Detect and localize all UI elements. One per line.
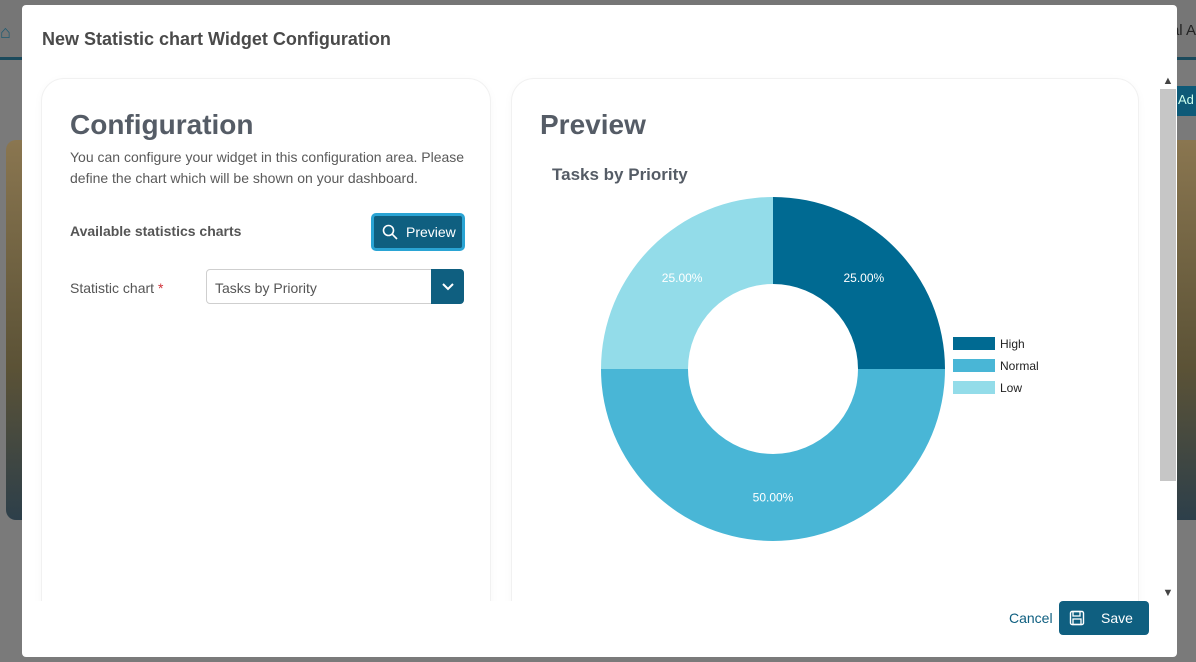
statistic-chart-select[interactable]: Tasks by Priority xyxy=(206,269,464,304)
scroll-thumb[interactable] xyxy=(1160,89,1176,481)
donut-slice-label: 25.00% xyxy=(662,271,703,285)
save-button[interactable]: Save xyxy=(1059,601,1149,635)
donut-slice-normal[interactable] xyxy=(601,369,945,541)
background-card-left xyxy=(6,140,22,520)
statistic-chart-value: Tasks by Priority xyxy=(215,280,317,296)
preview-button-label: Preview xyxy=(406,224,456,240)
statistic-chart-label-text: Statistic chart xyxy=(70,280,155,296)
preview-panel: Preview 25.00% 50.00% 25.00% High Normal Low … xyxy=(512,79,1138,601)
search-icon xyxy=(382,224,398,240)
donut-slice-label: 50.00% xyxy=(753,491,794,505)
required-asterisk: * xyxy=(158,280,164,296)
chevron-down-icon xyxy=(441,282,454,290)
statistic-chart-label: Statistic chart * xyxy=(70,280,163,296)
save-button-label: Save xyxy=(1101,610,1133,626)
chart-title: Tasks by Priority xyxy=(552,165,688,184)
configuration-heading: Configuration xyxy=(70,109,254,140)
scroll-up-arrow-icon[interactable]: ▲ xyxy=(1160,73,1176,89)
preview-button[interactable]: Preview xyxy=(371,213,465,251)
configuration-description: You can configure your widget in this co… xyxy=(70,149,465,186)
modal-body: Configuration You can configure your wid… xyxy=(22,73,1177,601)
modal-title: New Statistic chart Widget Configuration xyxy=(42,29,391,49)
background-add-button: Ad xyxy=(1176,86,1196,116)
modal-scrollbar[interactable]: ▲ ▼ xyxy=(1160,73,1176,601)
legend-swatch-high xyxy=(953,337,995,350)
available-charts-label: Available statistics charts xyxy=(70,223,242,239)
donut-chart: 25.00% 50.00% 25.00% High Normal Low xyxy=(601,197,1039,541)
scroll-down-arrow-icon[interactable]: ▼ xyxy=(1160,585,1176,601)
floppy-disk-icon xyxy=(1069,610,1085,626)
legend-swatch-low xyxy=(953,381,995,394)
configuration-panel: Configuration You can configure your wid… xyxy=(42,79,490,601)
dropdown-toggle-button[interactable] xyxy=(431,269,464,304)
legend-swatch-normal xyxy=(953,359,995,372)
home-icon: ⌂ xyxy=(0,22,11,42)
legend-label-low: Low xyxy=(1000,381,1022,395)
donut-slice-label: 25.00% xyxy=(844,271,885,285)
background-card-right xyxy=(1176,140,1196,520)
widget-configuration-modal: New Statistic chart Widget Configuration… xyxy=(22,5,1177,657)
legend-label-high: High xyxy=(1000,337,1025,351)
cancel-button[interactable]: Cancel xyxy=(1009,610,1053,626)
legend-label-normal: Normal xyxy=(1000,359,1039,373)
